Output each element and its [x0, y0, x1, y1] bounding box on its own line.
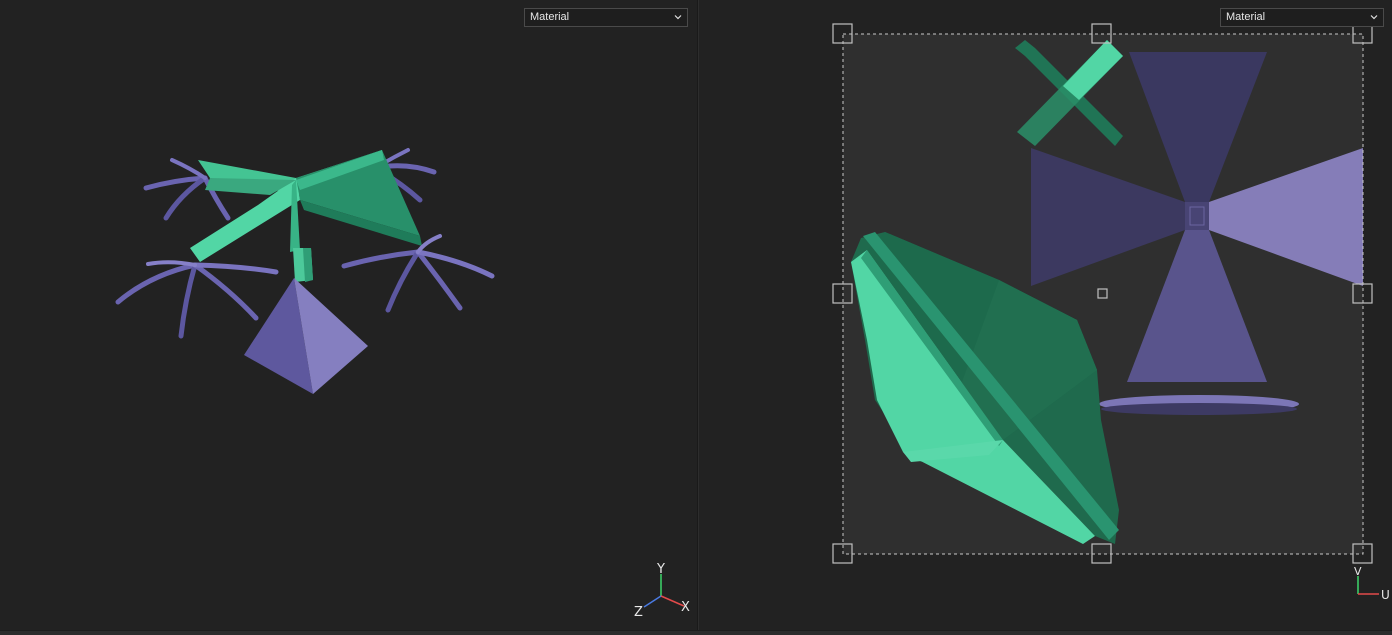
chevron-down-icon: [674, 15, 682, 20]
axis-x-label: X: [681, 600, 690, 615]
leaf-cluster-front-right: [341, 234, 495, 313]
leaf-cluster-front-left: [115, 260, 279, 339]
shading-mode-value: Material: [530, 11, 570, 23]
uv-island-purple-ellipse: [1099, 395, 1299, 415]
axis-u-label: U: [1381, 588, 1390, 602]
axis-v-label: V: [1354, 565, 1362, 578]
uv-shading-mode-value: Material: [1226, 11, 1266, 23]
viewport-3d[interactable]: Y X Z Material: [0, 0, 697, 630]
bottom-status-strip: [0, 630, 1392, 635]
xyz-axis-gizmo-icon: [643, 574, 685, 608]
uv-shading-mode-dropdown[interactable]: Material: [1220, 8, 1384, 27]
axis-y-label: Y: [656, 562, 665, 577]
viewport-3d-scene: Y X Z: [115, 148, 690, 620]
axis-z-label: Z: [634, 605, 643, 620]
shading-mode-dropdown[interactable]: Material: [524, 8, 688, 27]
pyramid-base: [244, 278, 368, 394]
uv-editor[interactable]: V U Material: [699, 0, 1392, 630]
uv-axis-gizmo-icon: [1357, 576, 1379, 595]
chevron-down-icon: [1370, 15, 1378, 20]
uv-editor-canvas: V U: [832, 23, 1390, 602]
